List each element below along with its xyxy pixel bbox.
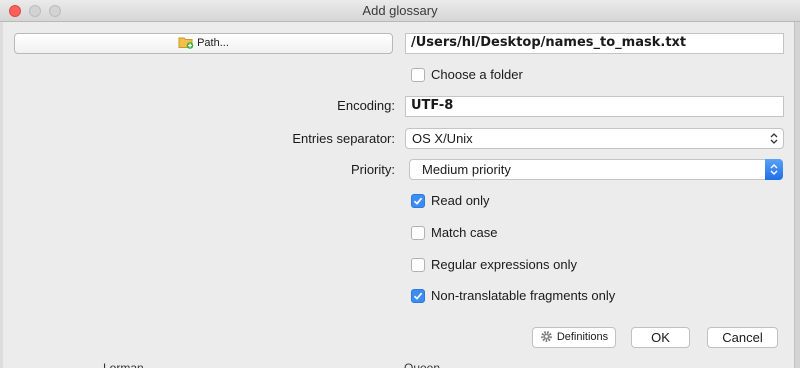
minimize-window-button[interactable] — [29, 5, 41, 17]
separator-value: OS X/Unix — [412, 131, 473, 146]
definitions-label: Definitions — [556, 331, 609, 343]
read-only-label: Read only — [431, 193, 490, 208]
ok-label: OK — [651, 330, 670, 345]
definitions-button[interactable]: Definitions — [532, 327, 616, 348]
background-window-edge-right — [794, 22, 800, 368]
priority-value: Medium priority — [422, 162, 511, 177]
match-case-label: Match case — [431, 225, 498, 240]
match-case-checkbox[interactable] — [411, 226, 425, 240]
choose-folder-checkbox[interactable] — [411, 68, 425, 82]
non-translatable-label: Non-translatable fragments only — [431, 288, 616, 303]
ok-button[interactable]: OK — [631, 327, 690, 348]
non-translatable-checkbox[interactable] — [411, 289, 425, 303]
gear-icon — [540, 330, 552, 342]
priority-label: Priority: — [350, 162, 395, 177]
priority-dropdown[interactable]: Medium priority — [409, 159, 783, 180]
window-title: Add glossary — [362, 3, 438, 18]
background-window-edge-left — [0, 22, 3, 368]
path-button-label: Path... — [197, 37, 229, 49]
regex-only-label: Regular expressions only — [431, 257, 577, 272]
close-window-button[interactable] — [9, 5, 21, 17]
path-field[interactable]: /Users/hl/Desktop/names_to_mask.txt — [405, 33, 784, 54]
path-button[interactable]: Path... — [14, 33, 393, 54]
encoding-value: UTF-8 — [411, 98, 454, 113]
choose-folder-label: Choose a folder — [431, 67, 523, 82]
window-titlebar: Add glossary — [0, 0, 800, 22]
stepper-icon — [770, 133, 778, 144]
cancel-label: Cancel — [722, 330, 763, 345]
maximize-window-button[interactable] — [49, 5, 61, 17]
encoding-label: Encoding: — [337, 98, 395, 113]
path-value: /Users/hl/Desktop/names_to_mask.txt — [411, 35, 687, 50]
read-only-checkbox[interactable] — [411, 194, 425, 208]
dropdown-arrows-icon — [765, 159, 783, 180]
separator-label: Entries separator: — [292, 131, 395, 146]
cancel-button[interactable]: Cancel — [707, 327, 778, 348]
background-peek-right: Queen — [404, 361, 441, 368]
regex-only-checkbox[interactable] — [411, 258, 425, 272]
folder-add-icon — [178, 37, 194, 49]
background-peek-left: Lorman — [103, 361, 144, 368]
separator-combo[interactable]: OS X/Unix — [405, 128, 784, 149]
encoding-field[interactable]: UTF-8 — [405, 96, 784, 117]
